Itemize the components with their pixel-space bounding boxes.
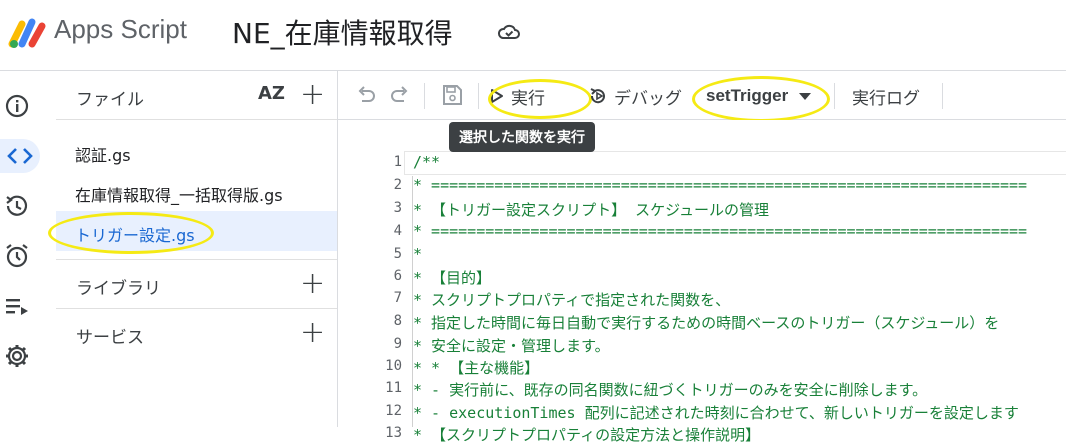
line-number: 5	[393, 246, 402, 262]
code-line: * スクリプトプロパティで指定された関数を、	[413, 291, 731, 309]
files-title: ファイル	[76, 90, 144, 110]
add-file-button[interactable]: +	[300, 80, 325, 110]
code-line: * 安全に設定・管理します。	[413, 337, 610, 355]
line-number: 8	[393, 313, 402, 329]
function-select[interactable]: setTrigger	[706, 81, 812, 111]
debug-button[interactable]: デバッグ	[588, 81, 682, 111]
code-line: * ======================================…	[413, 176, 1028, 194]
settings-button[interactable]	[0, 339, 34, 373]
info-icon	[5, 94, 29, 118]
run-button[interactable]: 実行	[490, 81, 545, 111]
list-play-icon	[6, 299, 28, 315]
libraries-label: ライブラリ	[76, 279, 161, 299]
app-header: Apps Script NE_在庫情報取得	[0, 0, 1066, 71]
left-rail	[0, 71, 57, 427]
files-panel: ファイル AZ + 認証.gs 在庫情報取得_一括取得版.gs トリガー設定.g…	[48, 71, 338, 427]
file-item-trigger[interactable]: トリガー設定.gs	[56, 211, 337, 251]
toolbar-divider	[478, 83, 479, 109]
brand-title[interactable]: Apps Script	[54, 14, 187, 45]
code-icon	[7, 148, 33, 164]
file-name: 在庫情報取得_一括取得版.gs	[75, 186, 283, 205]
gear-icon	[6, 345, 28, 367]
toolbar-divider	[834, 83, 835, 109]
history-icon	[6, 195, 28, 216]
cloud-saved-icon[interactable]	[496, 22, 522, 42]
code-line: * 指定した時間に毎日自動で実行するための時間ベースのトリガー（スケジュール）を	[413, 314, 1000, 332]
debug-icon	[590, 88, 605, 104]
services-label: サービス	[76, 328, 144, 348]
line-number: 2	[393, 177, 402, 193]
execution-log-button[interactable]: 実行ログ	[852, 81, 920, 111]
line-number: 6	[393, 268, 402, 284]
code-line: * * 【主な機能】	[413, 359, 540, 377]
code-line: * 【スクリプトプロパティの設定方法と操作説明】	[413, 426, 761, 444]
executions-button[interactable]	[0, 289, 34, 323]
editor-toolbar: 実行 デバッグ setTrigger 実行ログ	[338, 71, 1066, 122]
file-name: 認証.gs	[75, 146, 131, 165]
log-label: 実行ログ	[852, 88, 920, 109]
code-line: * 【トリガー設定スクリプト】 スケジュールの管理	[413, 201, 770, 219]
debug-label: デバッグ	[614, 88, 682, 109]
line-number: 7	[393, 290, 402, 306]
editor-button[interactable]	[0, 139, 40, 173]
file-item-inventory[interactable]: 在庫情報取得_一括取得版.gs	[56, 171, 337, 211]
code-line: /**	[413, 153, 441, 171]
add-service-button[interactable]: +	[300, 318, 325, 348]
code-line: *	[413, 245, 423, 263]
run-label: 実行	[511, 88, 545, 109]
function-name: setTrigger	[706, 86, 789, 105]
libraries-section[interactable]: ライブラリ +	[56, 259, 337, 308]
code-line: * 【目的】	[413, 269, 492, 287]
line-number: 11	[385, 380, 402, 396]
save-icon[interactable]	[440, 83, 464, 107]
code-line: * - 実行前に、既存の同名関数に紐づくトリガーのみを安全に削除します。	[413, 381, 928, 399]
play-icon	[491, 89, 503, 103]
undo-icon[interactable]	[354, 83, 378, 107]
line-number: 1	[393, 154, 402, 170]
code-line: * ======================================…	[413, 222, 1028, 240]
project-title[interactable]: NE_在庫情報取得	[232, 12, 453, 52]
services-section[interactable]: サービス +	[56, 308, 337, 357]
line-number: 12	[385, 403, 402, 419]
code-line: * - executionTimes 配列に記述された時刻に合わせて、新しいトリ…	[413, 404, 1019, 422]
line-number: 3	[393, 200, 402, 216]
overview-button[interactable]	[0, 89, 34, 123]
add-library-button[interactable]: +	[300, 269, 325, 299]
apps-script-logo-icon[interactable]	[8, 14, 48, 50]
line-number: 4	[393, 223, 402, 239]
redo-icon[interactable]	[388, 83, 412, 107]
run-tooltip: 選択した関数を実行	[449, 122, 595, 152]
line-number: 13	[385, 425, 402, 441]
line-number: 10	[385, 358, 402, 374]
sort-az-button[interactable]: AZ	[258, 83, 285, 104]
history-button[interactable]	[0, 189, 34, 223]
toolbar-divider	[942, 83, 943, 109]
line-number: 9	[393, 336, 402, 352]
file-item-auth[interactable]: 認証.gs	[56, 131, 337, 171]
triggers-button[interactable]	[0, 239, 34, 273]
alarm-clock-icon	[6, 244, 28, 268]
file-name: トリガー設定.gs	[75, 226, 195, 245]
dropdown-arrow-icon	[799, 93, 812, 100]
files-header: ファイル AZ +	[56, 71, 337, 120]
current-line-highlight	[404, 151, 1066, 175]
toolbar-divider	[424, 83, 425, 109]
code-editor[interactable]: 1 /** 2 * ==============================…	[338, 120, 1066, 444]
